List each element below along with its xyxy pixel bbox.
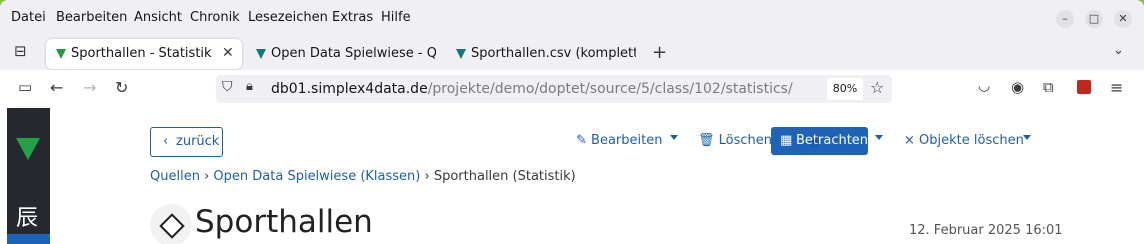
menu-lesezeichen[interactable]: Lesezeichen <box>248 10 328 25</box>
pencil-icon: ✎ <box>576 133 587 148</box>
bookmark-star-icon[interactable]: ☆ <box>870 78 884 97</box>
app-logo-icon[interactable] <box>16 138 40 160</box>
menu-ansicht[interactable]: Ansicht <box>134 10 182 25</box>
hamburger-menu-icon[interactable]: ≡ <box>1110 78 1123 97</box>
back-arrow-icon[interactable]: ← <box>50 78 63 97</box>
shield-icon[interactable]: ⛉ <box>222 79 233 95</box>
edit-dropdown-caret[interactable] <box>670 135 678 140</box>
trash-icon: 🗑︎ <box>698 133 715 148</box>
menu-datei[interactable]: Datei <box>11 10 46 25</box>
delete-objects-button[interactable]: × Objekte löschen <box>904 133 1024 148</box>
tab-title: Sporthallen - Statistik <box>71 46 212 61</box>
delete-objects-dropdown-caret[interactable] <box>1023 135 1031 140</box>
active-nav-indicator <box>7 234 50 244</box>
object-type-icon <box>150 204 192 244</box>
favicon-icon <box>256 49 266 59</box>
back-button[interactable]: ‹ zurück <box>150 127 223 157</box>
breadcrumb: Quellen › Open Data Spielwiese (Klassen)… <box>150 169 576 184</box>
chevron-left-icon: ‹ <box>163 134 169 149</box>
tab-sporthallen-statistik[interactable]: Sporthallen - Statistik ✕ <box>46 39 242 69</box>
address-bar[interactable]: ⛉ 🔒︎ db01.simplex4data.de/projekte/demo/… <box>216 75 892 103</box>
breadcrumb-project-link[interactable]: Open Data Spielwiese (Klassen) <box>213 169 420 184</box>
sidebar-toggle-icon[interactable]: ▭ <box>18 78 32 96</box>
pocket-icon[interactable]: ◡ <box>978 78 990 94</box>
delete-objects-label: Objekte löschen <box>919 133 1024 148</box>
forward-arrow-icon[interactable]: → <box>83 78 96 97</box>
favicon-icon <box>56 49 66 59</box>
view-button[interactable]: ▦ Betrachten <box>771 127 868 155</box>
main-content: ‹ zurück ✎ Bearbeiten 🗑︎ Löschen ▦ Betra… <box>50 108 1144 244</box>
reload-icon[interactable]: ↻ <box>115 78 128 97</box>
page-title: Sporthallen <box>195 204 373 240</box>
close-icon[interactable]: ✕ <box>1114 10 1132 28</box>
tab-open-data-spielwiese[interactable]: Open Data Spielwiese - Q <box>246 39 442 69</box>
edit-label: Bearbeiten <box>591 133 663 148</box>
table-icon: ▦ <box>780 133 793 148</box>
url-text[interactable]: db01.simplex4data.de/projekte/demo/dopte… <box>271 81 793 97</box>
menu-bearbeiten[interactable]: Bearbeiten <box>56 10 127 25</box>
breadcrumb-sources-link[interactable]: Quellen <box>150 169 200 184</box>
account-icon[interactable]: ◉ <box>1011 78 1024 96</box>
ublock-icon[interactable] <box>1077 80 1091 94</box>
timestamp: 12. Februar 2025 16:01 <box>909 223 1063 238</box>
menu-bar: Datei Bearbeiten Ansicht Chronik Lesezei… <box>0 0 1144 36</box>
back-button-label: zurück <box>176 134 220 149</box>
tab-title: Sporthallen.csv (komplett <box>471 46 636 61</box>
tab-sporthallen-csv[interactable]: Sporthallen.csv (komplett <box>446 39 642 69</box>
breadcrumb-current: Sporthallen (Statistik) <box>433 169 576 184</box>
view-label: Betrachten <box>796 133 869 148</box>
chevron-down-icon[interactable]: ⌄ <box>1113 43 1124 58</box>
tab-list-icon[interactable]: ⊟ <box>14 42 27 60</box>
chevron-right-icon: › <box>424 169 434 184</box>
tab-bar: ⊟ Sporthallen - Statistik ✕ Open Data Sp… <box>0 36 1144 70</box>
new-tab-icon[interactable]: + <box>652 42 667 63</box>
delete-button[interactable]: 🗑︎ Löschen <box>698 133 772 148</box>
menu-hilfe[interactable]: Hilfe <box>381 10 411 25</box>
zoom-indicator[interactable]: 80% <box>827 78 863 100</box>
page-gutter <box>0 108 7 244</box>
minimize-icon[interactable]: – <box>1056 10 1074 28</box>
lock-icon[interactable]: 🔒︎ <box>246 79 253 94</box>
hand-cursor-icon: ☝︎ <box>810 135 819 151</box>
extensions-icon[interactable]: ⧉ <box>1043 78 1054 96</box>
delete-label: Löschen <box>718 133 773 148</box>
menu-extras[interactable]: Extras <box>332 10 373 25</box>
tab-title: Open Data Spielwiese - Q <box>271 46 436 61</box>
diamond-icon <box>159 213 185 239</box>
browser-window: Datei Bearbeiten Ansicht Chronik Lesezei… <box>0 0 1144 244</box>
maximize-icon[interactable]: □ <box>1085 10 1103 28</box>
app-sidebar: ⾠ <box>7 108 50 244</box>
signpost-icon[interactable]: ⾠ <box>16 200 38 232</box>
edit-button[interactable]: ✎ Bearbeiten <box>576 133 662 148</box>
view-dropdown-caret[interactable] <box>875 135 883 140</box>
navigation-bar: ▭ ← → ↻ ⛉ 🔒︎ db01.simplex4data.de/projek… <box>0 70 1144 109</box>
x-icon: × <box>904 133 915 148</box>
menu-chronik[interactable]: Chronik <box>190 10 240 25</box>
close-tab-icon[interactable]: ✕ <box>222 45 234 61</box>
favicon-icon <box>456 49 466 59</box>
